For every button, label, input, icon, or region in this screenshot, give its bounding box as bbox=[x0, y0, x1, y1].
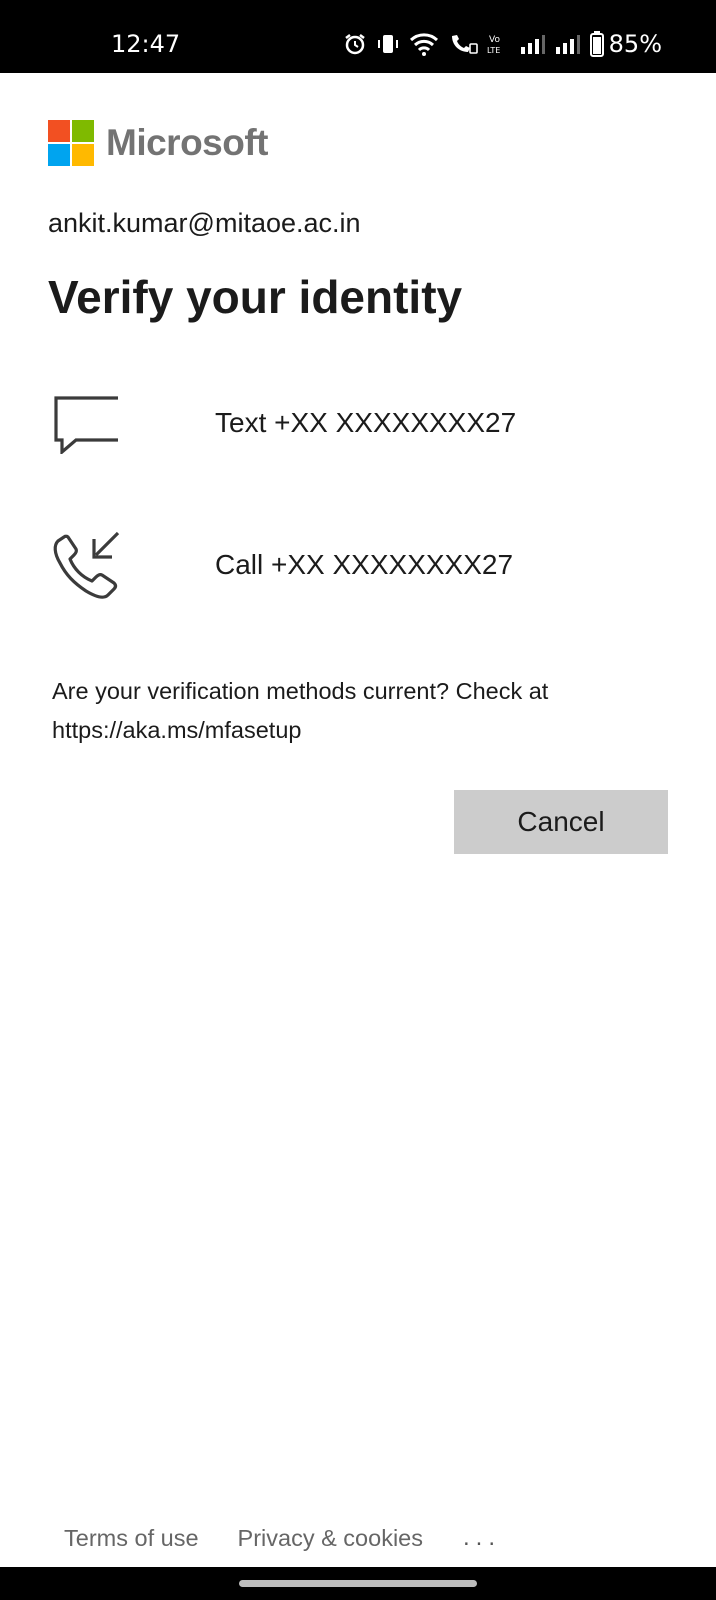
alarm-icon bbox=[344, 34, 365, 55]
verification-note: Are your verification methods current? C… bbox=[52, 678, 549, 743]
wifi-icon bbox=[409, 33, 438, 56]
status-bar: 12:47 Vo LTE 85% bbox=[0, 0, 716, 73]
brand-name: Microsoft bbox=[106, 122, 269, 163]
signal-icon bbox=[555, 35, 580, 54]
privacy-cookies-link[interactable]: Privacy & cookies bbox=[238, 1525, 423, 1552]
navigation-bar bbox=[0, 1567, 716, 1600]
text-option[interactable]: Text +XX XXXXXXXX27 bbox=[48, 373, 668, 473]
message-icon bbox=[48, 373, 148, 473]
microsoft-logo: Microsoft bbox=[48, 120, 269, 166]
svg-text:Vo: Vo bbox=[489, 35, 500, 45]
footer: Terms of use Privacy & cookies ... bbox=[64, 1524, 501, 1552]
microsoft-logo-icon bbox=[48, 120, 94, 166]
page-title: Verify your identity bbox=[48, 271, 463, 323]
signal-icon bbox=[520, 35, 545, 54]
logo-square-blue bbox=[48, 144, 70, 166]
vibrate-icon bbox=[377, 35, 398, 53]
logo-square-red bbox=[48, 120, 70, 142]
account-email: ankit.kumar@mitaoe.ac.in bbox=[48, 208, 361, 238]
status-icons: Vo LTE 85% bbox=[343, 28, 662, 60]
logo-square-green bbox=[72, 120, 94, 142]
text-option-label: Text +XX XXXXXXXX27 bbox=[215, 407, 517, 438]
battery-icon bbox=[589, 31, 604, 57]
terms-of-use-link[interactable]: Terms of use bbox=[64, 1525, 199, 1552]
logo-square-yellow bbox=[72, 144, 94, 166]
phone-incoming-icon bbox=[48, 515, 148, 615]
battery-percent: 85% bbox=[608, 30, 662, 58]
status-time: 12:47 bbox=[111, 30, 181, 58]
call-option[interactable]: Call +XX XXXXXXXX27 bbox=[48, 515, 668, 615]
home-gesture-handle[interactable] bbox=[239, 1580, 477, 1587]
volte-icon: Vo LTE bbox=[487, 35, 500, 55]
wifi-calling-icon bbox=[451, 35, 478, 54]
svg-text:LTE: LTE bbox=[487, 46, 500, 55]
more-options-button[interactable]: ... bbox=[463, 1524, 501, 1552]
call-option-label: Call +XX XXXXXXXX27 bbox=[215, 549, 514, 580]
cancel-button[interactable]: Cancel bbox=[454, 790, 668, 854]
